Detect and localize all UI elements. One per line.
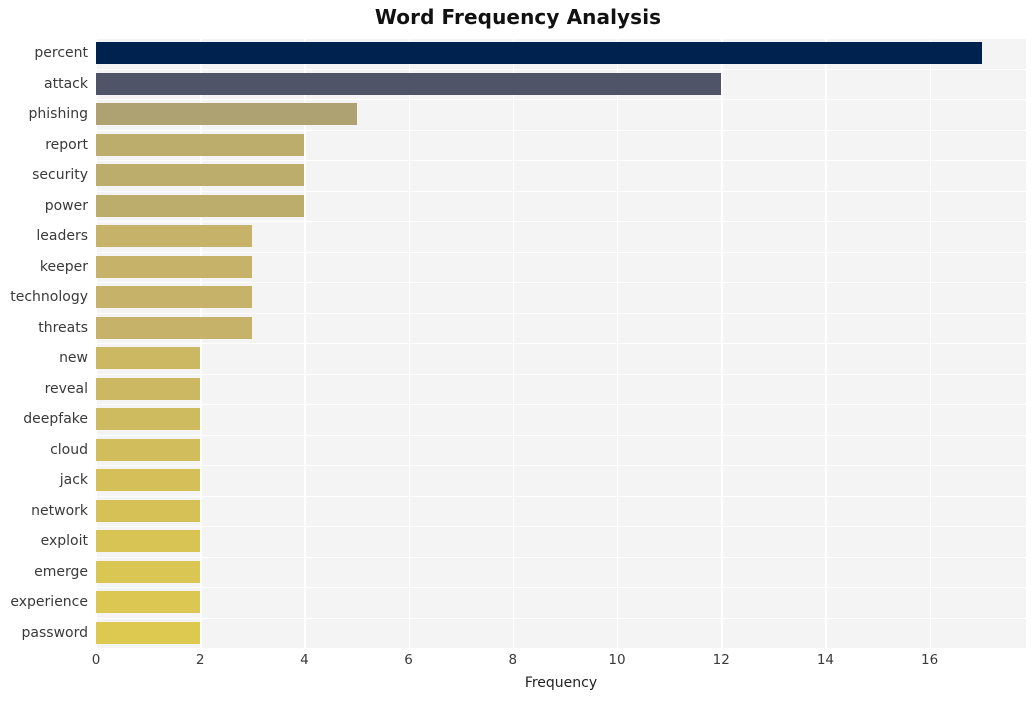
bar bbox=[96, 72, 722, 95]
bar bbox=[96, 377, 201, 400]
y-axis-tick-label: attack bbox=[44, 75, 88, 92]
y-gridline bbox=[96, 38, 1026, 40]
bar bbox=[96, 255, 253, 278]
y-axis-tick-label: experience bbox=[10, 594, 88, 611]
bar bbox=[96, 286, 253, 309]
y-gridline bbox=[96, 373, 1026, 375]
x-axis-tick-label: 10 bbox=[608, 652, 626, 668]
y-gridline bbox=[96, 129, 1026, 131]
y-axis-tick-label: password bbox=[21, 624, 88, 641]
x-axis-tick-label: 14 bbox=[816, 652, 834, 668]
y-gridline bbox=[96, 160, 1026, 162]
y-gridline bbox=[96, 587, 1026, 589]
x-axis-tick-label: 8 bbox=[508, 652, 518, 668]
y-gridline bbox=[96, 99, 1026, 101]
y-gridline bbox=[96, 221, 1026, 223]
y-gridline bbox=[96, 343, 1026, 345]
chart-title: Word Frequency Analysis bbox=[374, 5, 662, 29]
y-gridline bbox=[96, 282, 1026, 284]
bar bbox=[96, 133, 305, 156]
bar bbox=[96, 530, 201, 553]
y-axis-tick-label: power bbox=[44, 197, 88, 214]
bar bbox=[96, 560, 201, 583]
y-gridline bbox=[96, 434, 1026, 436]
y-axis-tick-label: exploit bbox=[40, 533, 88, 550]
y-axis-tick-label: new bbox=[59, 350, 88, 367]
y-axis-tick-label: emerge bbox=[34, 563, 88, 580]
bar bbox=[96, 469, 201, 492]
bar bbox=[96, 499, 201, 522]
chart-figure: Word Frequency Analysis percent attack phi… bbox=[0, 0, 1036, 701]
x-axis-tick-label: 6 bbox=[404, 652, 413, 668]
bar bbox=[96, 103, 357, 126]
y-axis-tick-label: phishing bbox=[28, 106, 88, 123]
y-axis-tick-label: report bbox=[45, 136, 88, 153]
y-gridline bbox=[96, 404, 1026, 406]
y-axis-tick-label: security bbox=[32, 167, 88, 184]
bar bbox=[96, 225, 253, 248]
bar bbox=[96, 591, 201, 614]
bar bbox=[96, 621, 201, 644]
y-gridline bbox=[96, 556, 1026, 558]
y-gridline bbox=[96, 617, 1026, 619]
x-axis-title: Frequency bbox=[524, 675, 598, 691]
x-axis-tick-label: 12 bbox=[712, 652, 730, 668]
bar bbox=[96, 164, 305, 187]
y-axis-tick-label: leaders bbox=[36, 228, 88, 245]
y-axis-tick-label: network bbox=[31, 502, 88, 519]
y-axis-tick-label: cloud bbox=[50, 441, 88, 458]
x-axis-tick-label: 4 bbox=[300, 652, 309, 668]
bar bbox=[96, 316, 253, 339]
y-gridline bbox=[96, 190, 1026, 192]
x-axis-tick-label: 16 bbox=[921, 652, 939, 668]
bar bbox=[96, 408, 201, 431]
y-axis-tick-label: reveal bbox=[44, 380, 88, 397]
y-gridline bbox=[96, 526, 1026, 528]
bar bbox=[96, 438, 201, 461]
y-axis-tick-label: jack bbox=[59, 472, 88, 489]
y-gridline bbox=[96, 68, 1026, 70]
bar bbox=[96, 194, 305, 217]
y-axis-tick-label: technology bbox=[10, 289, 88, 306]
plot-area bbox=[96, 38, 1026, 648]
x-axis-tick-label: 0 bbox=[91, 652, 101, 668]
x-axis-tick-label: 2 bbox=[195, 652, 205, 668]
y-gridline bbox=[96, 465, 1026, 467]
y-gridline bbox=[96, 495, 1026, 497]
y-axis-tick-label: deepfake bbox=[23, 411, 88, 428]
x-axis-tick-labels: 0 2 4 6 8 10 12 14 16 bbox=[0, 652, 1036, 674]
y-gridline bbox=[96, 312, 1026, 314]
y-axis-tick-label: threats bbox=[38, 319, 88, 336]
bar bbox=[96, 347, 201, 370]
y-axis-tick-labels: percent attack phishing report security power… bbox=[0, 38, 88, 648]
y-gridline bbox=[96, 251, 1026, 253]
bar bbox=[96, 42, 982, 65]
y-axis-tick-label: keeper bbox=[39, 258, 88, 275]
y-axis-tick-label: percent bbox=[34, 45, 88, 62]
